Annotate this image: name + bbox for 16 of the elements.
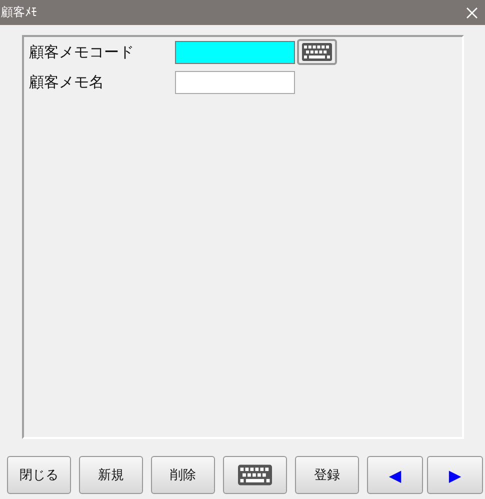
arrow-button[interactable]: ◀ — [367, 456, 423, 494]
action-button[interactable]: 新規 — [79, 456, 143, 494]
window-title: 顧客ﾒﾓ — [1, 4, 37, 21]
input-field[interactable] — [175, 70, 295, 94]
field-label: 顧客メモ名 — [29, 72, 105, 92]
field-label: 顧客メモコード — [29, 42, 135, 62]
input-field[interactable] — [175, 40, 295, 64]
keyboard-icon — [238, 464, 272, 486]
keyboard-button[interactable] — [297, 39, 337, 65]
action-button[interactable]: 閉じる — [7, 456, 71, 494]
action-button[interactable]: 削除 — [151, 456, 215, 494]
action-button[interactable]: 登録 — [295, 456, 359, 494]
keyboard-button[interactable] — [223, 456, 287, 494]
keyboard-icon — [302, 43, 332, 61]
arrow-button[interactable]: ▶ — [427, 456, 483, 494]
close-icon[interactable] — [466, 6, 478, 18]
